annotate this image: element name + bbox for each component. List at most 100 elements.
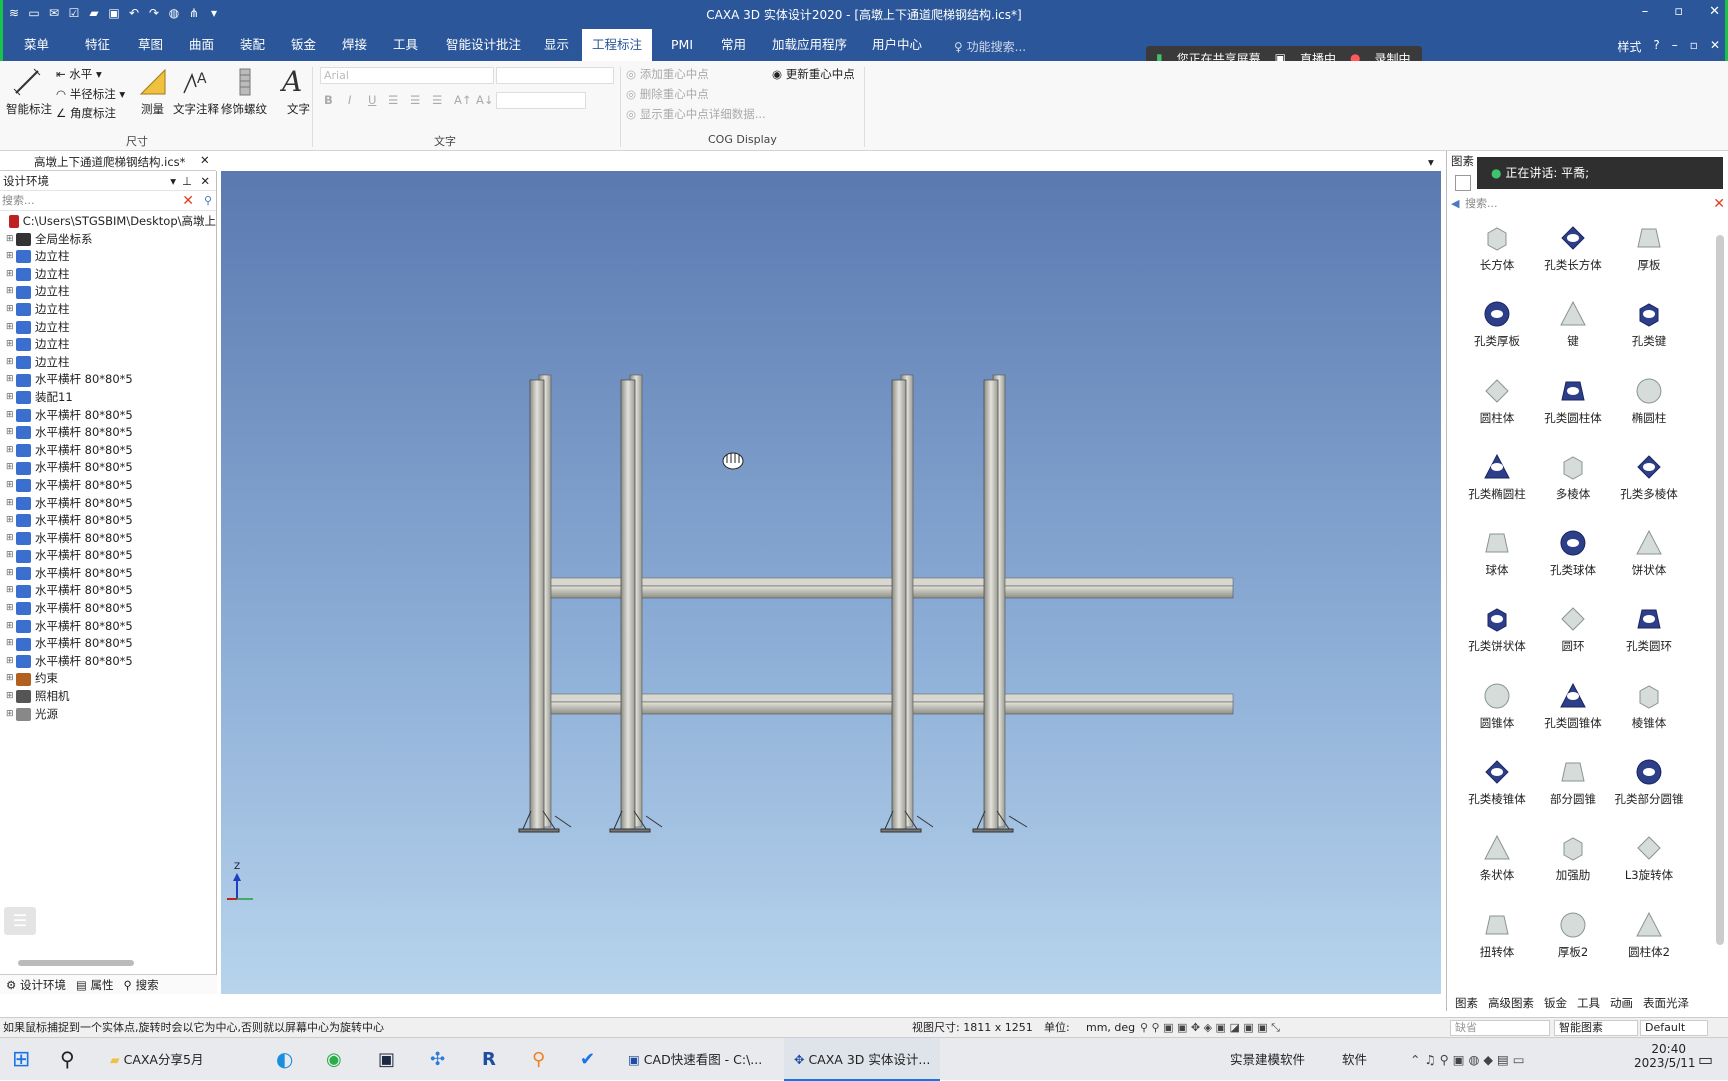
- element-item[interactable]: 圆柱体: [1459, 368, 1535, 444]
- tree-node[interactable]: ⊞ 水平横杆 80*80*5: [0, 495, 216, 513]
- expand-icon[interactable]: ⊞: [6, 424, 16, 442]
- element-item[interactable]: 饼状体: [1611, 520, 1687, 596]
- font-shrink-icon[interactable]: A↓: [476, 93, 494, 107]
- edge-browser-icon[interactable]: ◐: [276, 1038, 293, 1081]
- tab-sketch[interactable]: 草图: [128, 29, 173, 61]
- help-icon[interactable]: ?: [1653, 38, 1659, 55]
- tree-node[interactable]: ⊞ 边立柱: [0, 301, 216, 319]
- expand-icon[interactable]: ⊞: [6, 600, 16, 618]
- element-item[interactable]: 多棱体: [1535, 444, 1611, 520]
- font-select[interactable]: Arial: [320, 67, 494, 84]
- notification-icon[interactable]: ▭: [1698, 1038, 1713, 1081]
- filter-icon[interactable]: ⚲: [204, 191, 212, 211]
- expand-icon[interactable]: ⊞: [6, 389, 16, 407]
- tree-node[interactable]: ⊞ 水平横杆 80*80*5: [0, 547, 216, 565]
- italic-button[interactable]: I: [348, 93, 351, 107]
- tree-node[interactable]: ⊞ 照相机: [0, 688, 216, 706]
- tab-assembly[interactable]: 装配: [230, 29, 275, 61]
- element-item[interactable]: L3旋转体: [1611, 825, 1687, 901]
- horizontal-scrollbar[interactable]: [18, 960, 134, 966]
- element-item[interactable]: 孔类厚板: [1459, 291, 1535, 367]
- style-select[interactable]: Default: [1640, 1020, 1708, 1036]
- ribbon-collapse-icon[interactable]: ▾: [1428, 155, 1434, 169]
- tree-node[interactable]: ⊞ 水平横杆 80*80*5: [0, 512, 216, 530]
- taskbar-item-cad-viewer[interactable]: ▣ CAD快速看图 - C:\...: [628, 1038, 762, 1081]
- tab-animation[interactable]: 动画: [1610, 995, 1633, 1011]
- taskbar-item-folder[interactable]: ▰ CAXA分享5月: [110, 1038, 203, 1081]
- tree-node[interactable]: ⊞ 边立柱: [0, 248, 216, 266]
- document-tab[interactable]: 高墩上下通道爬梯钢结构.ics*: [34, 154, 185, 170]
- bold-button[interactable]: B: [324, 93, 333, 107]
- element-item[interactable]: 加强肋: [1535, 825, 1611, 901]
- library-page-icon[interactable]: [1455, 175, 1471, 191]
- search-taskbar-icon[interactable]: ⚲: [60, 1038, 75, 1081]
- element-item[interactable]: 长方体: [1459, 215, 1535, 291]
- expand-icon[interactable]: ⊞: [6, 371, 16, 389]
- expand-icon[interactable]: ⊞: [6, 407, 16, 425]
- tree-node[interactable]: ⊞ 边立柱: [0, 336, 216, 354]
- tab-engineering-annotation[interactable]: 工程标注: [582, 29, 653, 61]
- tree-node[interactable]: ⊞ 水平横杆 80*80*5: [0, 371, 216, 389]
- tray-text[interactable]: 实景建模软件: [1230, 1038, 1305, 1081]
- element-item[interactable]: 椭圆柱: [1611, 368, 1687, 444]
- expand-icon[interactable]: ⊞: [6, 565, 16, 583]
- tray-text-2[interactable]: 软件: [1342, 1038, 1367, 1081]
- element-item[interactable]: 孔类椭圆柱: [1459, 444, 1535, 520]
- cosmetic-thread-button[interactable]: 修饰螺纹: [221, 101, 267, 117]
- measure-button[interactable]: 测量: [141, 101, 164, 117]
- element-item[interactable]: 孔类多棱体: [1611, 444, 1687, 520]
- tab-sheetmetal-elements[interactable]: 钣金: [1544, 995, 1567, 1011]
- tree-node[interactable]: ⊞ 水平横杆 80*80*5: [0, 459, 216, 477]
- element-item[interactable]: 孔类棱锥体: [1459, 749, 1535, 825]
- todo-check-icon[interactable]: ✔: [580, 1038, 595, 1081]
- tree-node[interactable]: ⊞ 边立柱: [0, 319, 216, 337]
- expand-icon[interactable]: ⊞: [6, 459, 16, 477]
- tree-node[interactable]: ⊞ 水平横杆 80*80*5: [0, 635, 216, 653]
- clock[interactable]: 20:40 2023/5/11: [1634, 1042, 1696, 1070]
- revit-icon[interactable]: R: [482, 1038, 496, 1081]
- tab-advanced-elements[interactable]: 高级图素: [1488, 995, 1534, 1011]
- app-star-icon[interactable]: ✣: [430, 1038, 445, 1081]
- tab-user-center[interactable]: 用户中心: [862, 29, 932, 61]
- tree-node[interactable]: ⊞ 水平横杆 80*80*5: [0, 424, 216, 442]
- menu-list-icon[interactable]: ☰: [4, 907, 36, 935]
- element-item[interactable]: 孔类部分圆锥: [1611, 749, 1687, 825]
- expand-icon[interactable]: ⊞: [6, 688, 16, 706]
- wechat-icon[interactable]: ◉: [326, 1038, 342, 1081]
- panel-dropdown-icon[interactable]: ▾: [170, 171, 176, 191]
- element-item[interactable]: 厚板2: [1535, 902, 1611, 978]
- tab-tools[interactable]: 工具: [383, 29, 428, 61]
- maximize-button[interactable]: ▫: [1674, 4, 1683, 19]
- tab-smart-design[interactable]: 智能设计批注: [436, 29, 531, 61]
- text-annotation-button[interactable]: 文字注释: [173, 101, 219, 117]
- element-item[interactable]: 扭转体: [1459, 902, 1535, 978]
- function-search[interactable]: ♀ 功能搜索...: [954, 38, 1026, 55]
- element-item[interactable]: 厚板: [1611, 215, 1687, 291]
- expand-icon[interactable]: ⊞: [6, 283, 16, 301]
- align-left-icon[interactable]: ☰: [388, 93, 398, 107]
- delete-cog-button[interactable]: ◎ 删除重心中点: [626, 86, 709, 102]
- tree-node[interactable]: ⊞ 水平横杆 80*80*5: [0, 530, 216, 548]
- tree-node[interactable]: C:\Users\STGSBIM\Desktop\高墩上: [0, 213, 216, 231]
- color-select[interactable]: [496, 92, 586, 109]
- angle-dim-button[interactable]: ∠ 角度标注: [56, 105, 116, 121]
- system-tray-icons[interactable]: ⌃ ♫ ⚲ ▣ ◍ ◆ ▤ ▭: [1410, 1038, 1525, 1081]
- clear-search-icon[interactable]: ✕: [182, 191, 194, 211]
- element-item[interactable]: 键: [1535, 291, 1611, 367]
- element-item[interactable]: 孔类饼状体: [1459, 596, 1535, 672]
- ribbon-restore-icon[interactable]: ▫: [1690, 38, 1698, 55]
- pin-icon[interactable]: ⊥: [182, 171, 192, 191]
- expand-icon[interactable]: ⊞: [6, 231, 16, 249]
- align-right-icon[interactable]: ☰: [432, 93, 442, 107]
- tree-node[interactable]: ⊞ 水平横杆 80*80*5: [0, 600, 216, 618]
- tree-node[interactable]: ⊞ 全局坐标系: [0, 231, 216, 249]
- tree-node[interactable]: ⊞ 水平横杆 80*80*5: [0, 442, 216, 460]
- expand-icon[interactable]: ⊞: [6, 635, 16, 653]
- element-item[interactable]: 圆锥体: [1459, 673, 1535, 749]
- tab-feature[interactable]: 特征: [75, 29, 120, 61]
- element-item[interactable]: 部分圆锥: [1535, 749, 1611, 825]
- font-grow-icon[interactable]: A↑: [454, 93, 472, 107]
- expand-icon[interactable]: ⊞: [6, 706, 16, 724]
- expand-icon[interactable]: ⊞: [6, 442, 16, 460]
- font-size-select[interactable]: [496, 67, 614, 84]
